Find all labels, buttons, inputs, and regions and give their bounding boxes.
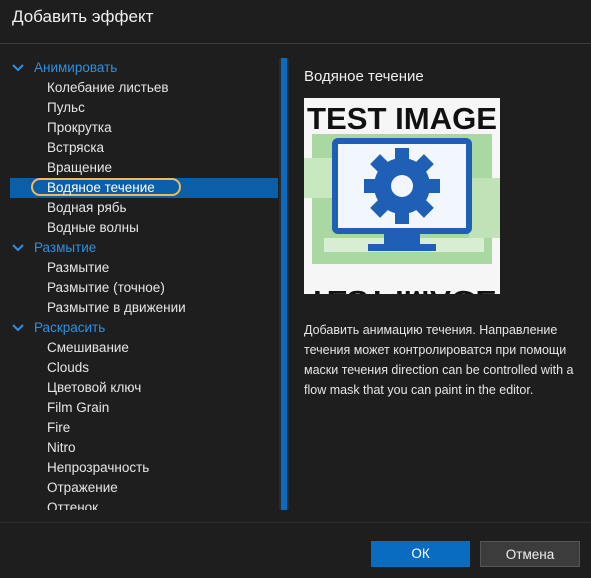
effect-list[interactable]: Анимировать Колебание листьев Пульс Прокрут… [10,58,278,510]
chevron-down-icon [12,64,24,72]
effect-item[interactable]: Fire [10,418,278,438]
effect-item[interactable]: Размытие (точное) [10,278,278,298]
scrollbar-thumb[interactable] [281,58,287,510]
effect-preview-image: TEST IMAGE TEST I [304,98,500,294]
effect-item[interactable]: Размытие в движении [10,298,278,318]
effect-item[interactable]: Clouds [10,358,278,378]
effect-description: Добавить анимацию течения. Направление т… [304,323,574,397]
effect-item-label: Непрозрачность [47,460,150,475]
effect-item-label: Оттенок [47,500,99,510]
effect-item[interactable]: Цветовой ключ [10,378,278,398]
preview-text-mirrored: TEST IMAGE [308,285,496,294]
effect-item-label: Film Grain [47,400,110,415]
effect-item-label: Clouds [47,360,90,375]
effect-item-label: Nitro [47,440,76,455]
effect-item[interactable]: Отражение [10,478,278,498]
cancel-button[interactable]: Отмена [480,541,580,567]
preview-text-top: TEST IMAGE [307,101,497,136]
effect-item[interactable]: Прокрутка [10,118,278,138]
effect-item-label: Размытие (точное) [47,280,165,295]
chevron-down-icon [12,244,24,252]
effect-item[interactable]: Nitro [10,438,278,458]
gear-icon [364,148,440,224]
effect-item-label: Встряска [47,140,105,155]
effect-item[interactable]: Встряска [10,138,278,158]
effect-item-label: Цветовой ключ [47,380,142,395]
effect-item-label: Колебание листьев [47,80,169,95]
effect-item-label: Водные волны [47,220,139,235]
effect-item-label: Вращение [47,160,112,175]
effect-item[interactable]: Оттенок [10,498,278,510]
category-row[interactable]: Анимировать [10,58,278,78]
effect-title: Водяное течение [304,68,424,85]
effect-item-label: Fire [47,420,71,435]
category-row[interactable]: Размытие [10,238,278,258]
effect-item[interactable]: Смешивание [10,338,278,358]
effect-item-label: Смешивание [47,340,129,355]
effect-item-label: Прокрутка [47,120,112,135]
category-label: Анимировать [34,60,118,75]
effect-item[interactable]: Пульс [10,98,278,118]
effect-item[interactable]: Вращение [10,158,278,178]
effect-item[interactable]: Колебание листьев [10,78,278,98]
category-label: Раскрасить [34,320,106,335]
dialog-title: Добавить эффект [12,7,154,26]
dialog-footer: ОК Отмена [0,522,591,578]
effect-item-selected[interactable]: Водяное течение [10,178,278,198]
effect-item[interactable]: Водная рябь [10,198,278,218]
category-label: Размытие [34,240,97,255]
effect-item[interactable]: Film Grain [10,398,278,418]
add-effect-dialog: Добавить эффект Анимировать Колебание лис… [0,0,591,577]
title-bar: Добавить эффект [0,0,591,44]
effect-item-label: Пульс [47,100,85,115]
category-row[interactable]: Раскрасить [10,318,278,338]
chevron-down-icon [12,324,24,332]
effect-detail-panel: Водяное течение TEST IMAGE Добавить аним… [304,58,574,397]
effect-item[interactable]: Непрозрачность [10,458,278,478]
effect-item[interactable]: Водные волны [10,218,278,238]
effect-item-label: Отражение [47,480,118,495]
effect-item-label: Водная рябь [47,200,127,215]
ok-button[interactable]: ОК [371,541,470,567]
effect-item[interactable]: Размытие [10,258,278,278]
effect-item-label: Размытие [47,260,110,275]
effect-item-label: Размытие в движении [47,300,186,315]
effect-item-label: Водяное течение [47,180,155,195]
